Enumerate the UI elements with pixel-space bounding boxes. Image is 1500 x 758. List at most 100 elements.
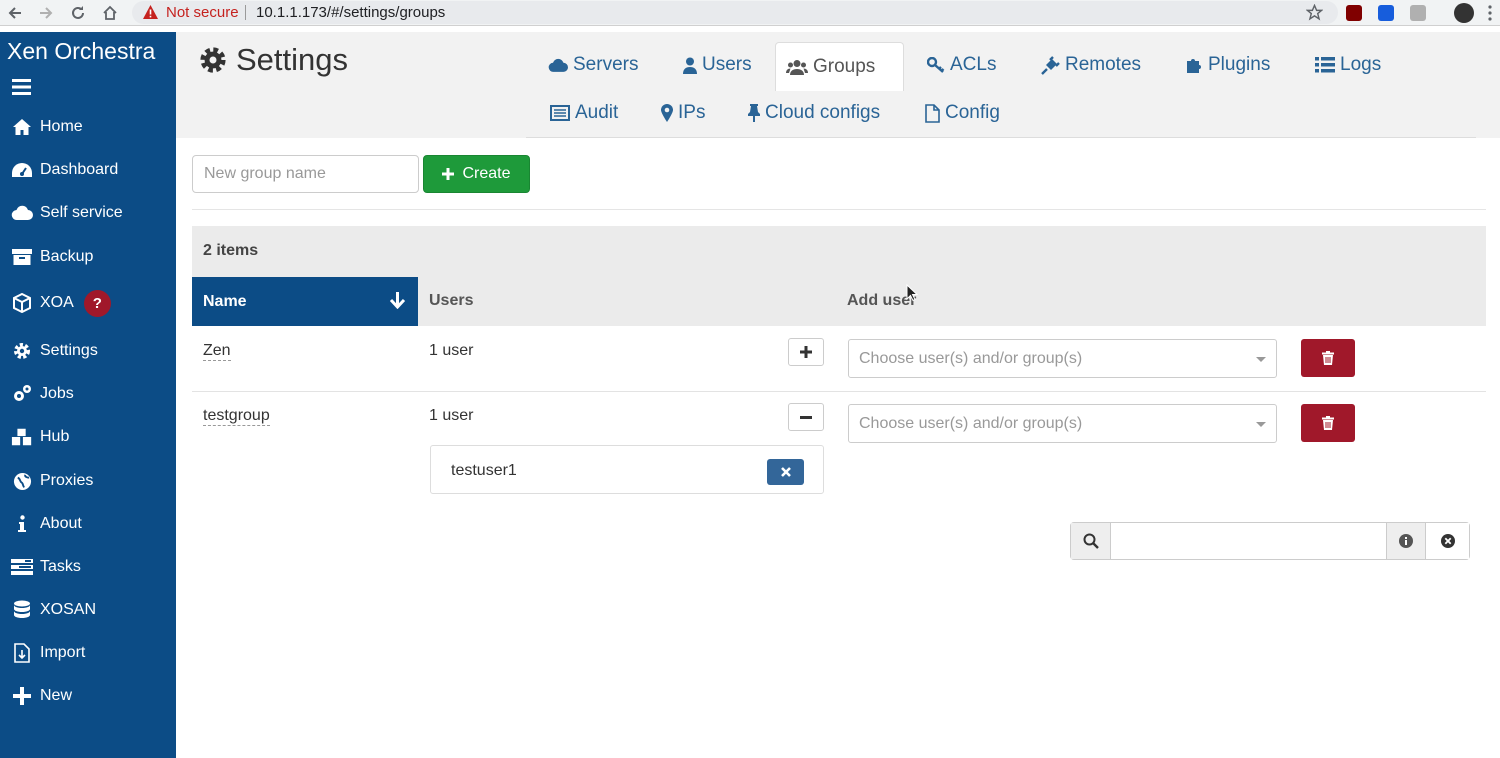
globe-icon — [11, 471, 33, 491]
hamburger-menu-icon[interactable] — [12, 79, 31, 95]
sidebar-item-xoa[interactable]: XOA ? — [0, 283, 176, 323]
reload-icon[interactable] — [69, 4, 87, 22]
home-browser-icon[interactable] — [101, 4, 119, 22]
archive-icon — [11, 247, 33, 267]
sidebar-item-proxies[interactable]: Proxies — [0, 461, 176, 501]
help-badge[interactable]: ? — [83, 289, 111, 317]
sort-arrow-down-icon — [390, 292, 405, 309]
sidebar-item-dashboard[interactable]: Dashboard — [0, 150, 176, 190]
divider — [245, 5, 246, 20]
expand-users-button[interactable] — [788, 338, 824, 366]
add-user-select[interactable]: Choose user(s) and/or group(s) — [848, 339, 1277, 378]
table-row: testgroup 1 user testuser1 Choose user(s… — [192, 392, 1486, 505]
filter-info-button[interactable] — [1386, 523, 1425, 559]
sidebar-item-about[interactable]: About — [0, 504, 176, 544]
tab-groups[interactable]: Groups — [775, 42, 904, 91]
tab-servers[interactable]: Servers — [538, 41, 648, 89]
table-toolbar: 2 items — [192, 226, 1486, 277]
delete-group-button[interactable] — [1301, 339, 1355, 377]
security-label[interactable]: Not secure — [166, 4, 239, 21]
create-button[interactable]: Create — [423, 155, 530, 193]
page-header: Settings Servers Users Groups ACLs Remot… — [176, 32, 1500, 138]
bookmark-star-icon[interactable] — [1306, 4, 1323, 21]
tab-label: Plugins — [1208, 54, 1271, 75]
avatar[interactable] — [1454, 3, 1474, 23]
sidebar-item-settings[interactable]: Settings — [0, 331, 176, 371]
url-text[interactable]: 10.1.1.173/#/settings/groups — [256, 4, 445, 21]
group-name[interactable]: Zen — [203, 342, 231, 361]
forward-icon[interactable] — [37, 4, 55, 22]
select-placeholder: Choose user(s) and/or group(s) — [859, 349, 1083, 367]
sidebar-item-new[interactable]: New — [0, 676, 176, 716]
mouse-cursor-icon — [906, 284, 918, 302]
sidebar-item-hub[interactable]: Hub — [0, 417, 176, 457]
map-marker-icon — [661, 104, 673, 122]
brand-title[interactable]: Xen Orchestra — [7, 38, 155, 65]
tab-remotes[interactable]: Remotes — [1031, 41, 1151, 89]
gears-icon — [11, 384, 33, 404]
plus-icon — [442, 168, 462, 180]
sidebar-item-label: About — [40, 515, 82, 532]
column-header-label: Name — [203, 292, 247, 310]
tabs-divider — [526, 137, 1476, 138]
sidebar-item-self-service[interactable]: Self service — [0, 193, 176, 233]
new-group-name-input[interactable] — [192, 155, 419, 193]
tab-users[interactable]: Users — [673, 41, 762, 89]
bitwarden-icon[interactable] — [1378, 5, 1394, 21]
back-icon[interactable] — [6, 4, 24, 22]
tasks-icon — [11, 557, 33, 577]
file-import-icon — [11, 643, 33, 663]
extension-icon[interactable] — [1410, 5, 1426, 21]
sidebar-item-label: Import — [40, 644, 86, 661]
add-user-select[interactable]: Choose user(s) and/or group(s) — [848, 404, 1277, 443]
tab-cloud-configs[interactable]: Cloud configs — [738, 89, 890, 137]
collapse-users-button[interactable] — [788, 403, 824, 431]
chevron-down-icon — [1256, 422, 1266, 427]
gear-icon — [199, 46, 236, 74]
cloud-icon — [548, 58, 568, 73]
table-filter — [1070, 522, 1470, 560]
tab-logs[interactable]: Logs — [1305, 41, 1391, 89]
user-count: 1 user — [429, 407, 474, 424]
sidebar-item-import[interactable]: Import — [0, 633, 176, 673]
tab-acls[interactable]: ACLs — [917, 41, 1006, 89]
close-circle-icon — [1440, 534, 1455, 548]
sidebar-item-label: Hub — [40, 428, 70, 445]
tab-label: Config — [945, 102, 1000, 123]
sidebar-item-tasks[interactable]: Tasks — [0, 547, 176, 587]
sidebar-item-label: Tasks — [40, 558, 81, 575]
delete-group-button[interactable] — [1301, 404, 1355, 442]
item-count: 2 items — [203, 242, 259, 259]
gear-icon — [11, 341, 33, 361]
member-username: testuser1 — [451, 462, 517, 479]
filter-input[interactable] — [1112, 523, 1386, 559]
clear-filter-button[interactable] — [1425, 523, 1469, 559]
tab-label: Users — [702, 54, 752, 75]
group-member-item: testuser1 — [430, 445, 824, 494]
remove-user-button[interactable] — [767, 459, 804, 485]
menu-dots-icon[interactable] — [1488, 5, 1492, 21]
tab-label: Remotes — [1065, 54, 1142, 75]
sidebar-item-backup[interactable]: Backup — [0, 237, 176, 277]
sidebar-item-xosan[interactable]: XOSAN — [0, 590, 176, 630]
divider — [192, 209, 1486, 210]
table-header: Name Users Add user — [192, 277, 1486, 326]
tab-ips[interactable]: IPs — [651, 89, 715, 137]
column-header-name[interactable]: Name — [192, 277, 418, 326]
sidebar-item-label: Backup — [40, 248, 94, 265]
page-title: Settings — [199, 42, 348, 78]
sidebar-item-home[interactable]: Home — [0, 107, 176, 147]
cloud-icon — [11, 203, 33, 223]
tab-config[interactable]: Config — [915, 89, 1010, 137]
tab-plugins[interactable]: Plugins — [1175, 41, 1280, 89]
close-icon — [780, 467, 791, 477]
group-name[interactable]: testgroup — [203, 407, 270, 426]
sidebar-item-label: New — [40, 687, 73, 704]
tab-audit[interactable]: Audit — [540, 89, 628, 137]
database-icon — [11, 600, 33, 620]
home-icon — [11, 117, 33, 137]
ublock-icon[interactable] — [1346, 5, 1362, 21]
sidebar-item-jobs[interactable]: Jobs — [0, 374, 176, 414]
trash-icon — [1322, 351, 1334, 365]
address-bar[interactable]: Not secure 10.1.1.173/#/settings/groups — [132, 1, 1338, 24]
